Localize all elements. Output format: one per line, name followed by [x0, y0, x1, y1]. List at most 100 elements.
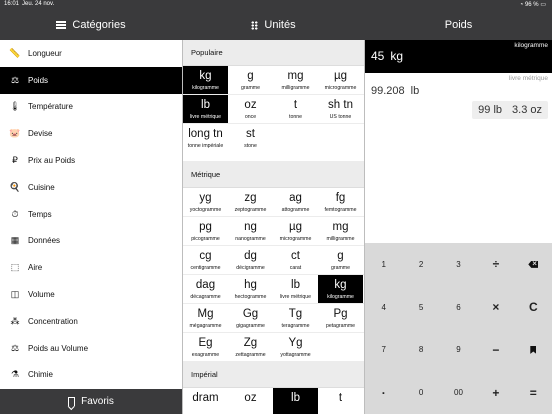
key-9[interactable]: 9 [440, 329, 477, 372]
key-00[interactable]: 00 [440, 371, 477, 414]
sidebar-item[interactable]: ▦ Données [0, 228, 182, 255]
unit-button[interactable]: ag attogramme [273, 188, 318, 216]
sidebar-item[interactable]: ◫ Volume [0, 281, 182, 308]
unit-button[interactable]: t tonne [273, 95, 318, 123]
sidebar-item-label: Temps [28, 209, 52, 219]
plus-key[interactable]: + [477, 371, 514, 414]
sidebar-item[interactable]: ⬚ Aire [0, 254, 182, 281]
unit-button[interactable]: µg microgramme [273, 217, 318, 245]
sidebar-item[interactable]: 🐷 Devise [0, 120, 182, 147]
sidebar-item[interactable]: 📏 Longueur [0, 40, 182, 67]
decimal-key[interactable]: · [365, 371, 402, 414]
unit-button[interactable]: g gramme [228, 66, 273, 94]
unit-button[interactable]: mg milligramme [273, 66, 318, 94]
unit-button[interactable]: hg hectogramme [228, 275, 273, 303]
unit-name: once [244, 114, 257, 120]
key-3[interactable]: 3 [440, 243, 477, 286]
unit-button[interactable]: t [318, 388, 363, 414]
unit-button[interactable]: Gg gigagramme [228, 304, 273, 332]
unit-symbol: hg [244, 279, 257, 291]
unit-row: cg centigramme dg décigramme ct carat g gramme [183, 246, 364, 275]
unit-button[interactable]: g gramme [318, 246, 363, 274]
unit-symbol: lb [291, 279, 300, 291]
unit-button[interactable]: oz once [228, 95, 273, 123]
input-field[interactable]: kilogramme 45 kg [365, 40, 552, 73]
sidebar-item-label: Prix au Poids [28, 156, 76, 166]
unit-button[interactable]: long tn tonne impériale [183, 124, 228, 161]
unit-name: tonne [289, 114, 302, 120]
sidebar-item-label: Devise [28, 129, 53, 139]
minus-key[interactable]: − [477, 329, 514, 372]
section-header: Métrique [183, 162, 364, 188]
unit-button[interactable]: yg yoctogramme [183, 188, 228, 216]
key-8[interactable]: 8 [402, 329, 439, 372]
clear-key[interactable]: C [515, 286, 552, 329]
unit-button[interactable]: µg microgramme [318, 66, 363, 94]
unit-symbol: ag [289, 192, 302, 204]
unit-symbol: dram [192, 392, 219, 404]
key-2[interactable]: 2 [402, 243, 439, 286]
unit-button[interactable]: ng nanogramme [228, 217, 273, 245]
unit-button[interactable]: Yg yottagramme [273, 333, 318, 361]
unit-name: petagramme [325, 323, 356, 329]
unit-symbol: Eg [198, 337, 213, 349]
unit-button[interactable]: dag décagramme [183, 275, 228, 303]
key-6[interactable]: 6 [440, 286, 477, 329]
input-unit-symbol: kg [390, 49, 404, 63]
sidebar-item[interactable]: ₽ Prix au Poids [0, 147, 182, 174]
sidebar-item[interactable]: ⚗ Chimie [0, 362, 182, 389]
unit-symbol: Pg [333, 308, 348, 320]
divide-key[interactable]: ÷ [477, 243, 514, 286]
sidebar-item[interactable]: 🌡 Température [0, 94, 182, 121]
sidebar-item[interactable]: ⚖ Poids au Volume [0, 335, 182, 362]
sidebar-item[interactable]: ⁂ Concentration [0, 308, 182, 335]
unit-button[interactable]: lb livre métrique [183, 95, 228, 123]
multiply-key[interactable]: × [477, 286, 514, 329]
unit-button[interactable]: mg milligramme [318, 217, 363, 245]
unit-button[interactable]: Mg mégagramme [183, 304, 228, 332]
key-7[interactable]: 7 [365, 329, 402, 372]
unit-button[interactable]: zg zeptogramme [228, 188, 273, 216]
unit-button[interactable]: kg kilogramme [318, 275, 363, 303]
unit-button[interactable]: Eg exagramme [183, 333, 228, 361]
key-5[interactable]: 5 [402, 286, 439, 329]
unit-button[interactable]: dram [183, 388, 228, 414]
favorite-key[interactable] [515, 329, 552, 372]
unit-button[interactable]: fg femtogramme [318, 188, 363, 216]
unit-button[interactable]: cg centigramme [183, 246, 228, 274]
units-list[interactable]: Populaire kg kilogramme g gramme mg milligramm… [183, 40, 364, 414]
unit-button[interactable]: pg picogramme [183, 217, 228, 245]
key-1[interactable]: 1 [365, 243, 402, 286]
sidebar-item[interactable]: 🍳 Cuisine [0, 174, 182, 201]
categories-header[interactable]: Catégories [0, 10, 182, 40]
unit-button[interactable]: Zg zettagramme [228, 333, 273, 361]
key-0[interactable]: 0 [402, 371, 439, 414]
unit-button[interactable]: Tg teragramme [273, 304, 318, 332]
unit-name: kilogramme [192, 85, 219, 91]
unit-row: Mg mégagramme Gg gigagramme Tg teragramme Pg pe… [183, 304, 364, 333]
unit-button[interactable]: Pg petagramme [318, 304, 363, 332]
unit-button[interactable]: kg kilogramme [183, 66, 228, 94]
sidebar-item[interactable]: ⚖ Poids [0, 66, 182, 94]
equals-key[interactable]: = [515, 371, 552, 414]
unit-button[interactable]: ct carat [273, 246, 318, 274]
sidebar-item-label: Température [28, 102, 73, 112]
chef-hat-icon: 🍳 [9, 181, 21, 192]
price-weight-icon: ₽ [12, 155, 18, 166]
key-4[interactable]: 4 [365, 286, 402, 329]
unit-symbol: oz [244, 392, 257, 404]
backspace-key[interactable] [515, 243, 552, 286]
unit-button[interactable]: st stone [228, 124, 273, 161]
unit-button[interactable]: oz [228, 388, 273, 414]
output-unit-symbol: lb [410, 85, 420, 97]
unit-name: carat [289, 265, 302, 271]
sidebar-item[interactable]: ⏱ Temps [0, 201, 182, 228]
output-field[interactable]: livre métrique 99.208 lb 99 lb 3.3 oz [365, 73, 552, 137]
unit-button[interactable]: dg décigramme [228, 246, 273, 274]
favorites-button[interactable]: Favoris [0, 389, 182, 414]
unit-button[interactable]: lb [273, 388, 318, 414]
unit-symbol: t [338, 392, 343, 404]
unit-button[interactable]: lb livre métrique [273, 275, 318, 303]
unit-button[interactable]: sh tn US tonne [318, 95, 363, 123]
units-header[interactable]: Unités [183, 10, 364, 40]
